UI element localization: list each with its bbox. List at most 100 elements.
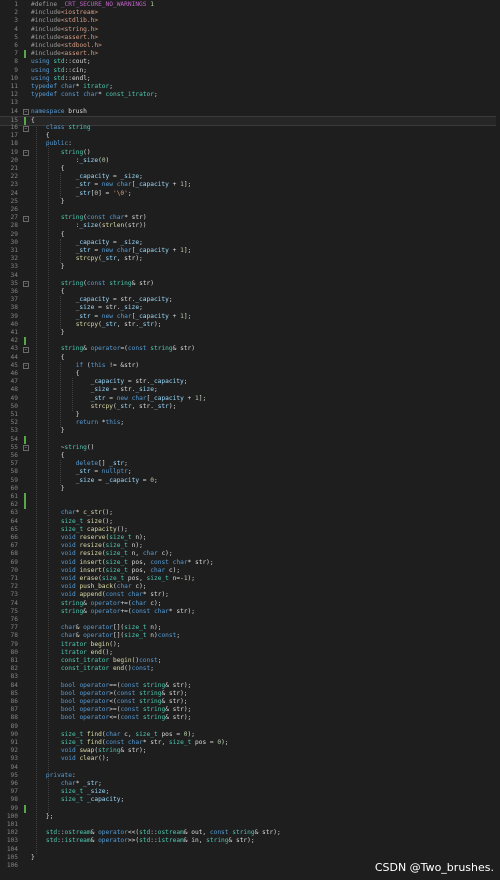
code-line[interactable]: 2 #include<iostream>	[0, 9, 500, 17]
code-line[interactable]: 10 using std::endl;	[0, 75, 500, 83]
code-line[interactable]: 73 void append(const char* str);	[0, 591, 500, 599]
code-line[interactable]: 46 {	[0, 370, 500, 378]
code-line[interactable]: 51 }	[0, 411, 500, 419]
code-line[interactable]: 47 _capacity = str._capacity;	[0, 378, 500, 386]
code-line[interactable]: 55− ~string()	[0, 444, 500, 452]
code-line[interactable]: 95 private:	[0, 772, 500, 780]
fold-toggle-icon[interactable]: −	[23, 150, 29, 157]
code-line[interactable]: 48 _size = str._size;	[0, 386, 500, 394]
code-line[interactable]: 26	[0, 206, 500, 214]
code-line[interactable]: 67 void resize(size_t n);	[0, 542, 500, 550]
code-line[interactable]: 12 typedef const char* const_itrator;	[0, 91, 500, 99]
code-line[interactable]: 85 bool operator>(const string& str);	[0, 690, 500, 698]
code-line[interactable]: 88 bool operator<=(const string& str);	[0, 714, 500, 722]
code-line[interactable]: 38 _size = str._size;	[0, 304, 500, 312]
code-editor[interactable]: 1 #define _CRT_SECURE_NO_WARNINGS 1 2 #incl…	[0, 0, 500, 880]
code-line[interactable]: 32 strcpy(_str, str);	[0, 255, 500, 263]
code-line[interactable]: 104	[0, 846, 500, 854]
fold-toggle-icon[interactable]: −	[23, 215, 29, 222]
code-line[interactable]: 43− string& operator=(const string& str)	[0, 345, 500, 353]
code-line[interactable]: 74 string& operator+=(char c);	[0, 600, 500, 608]
code-line[interactable]: 53 }	[0, 427, 500, 435]
code-line[interactable]: 68 void resize(size_t n, char c);	[0, 550, 500, 558]
code-line[interactable]: 22 _capacity = _size;	[0, 173, 500, 181]
fold-toggle-icon[interactable]: −	[23, 125, 29, 132]
code-line[interactable]: 3 #include<stdlib.h>	[0, 17, 500, 25]
code-line[interactable]: 25 }	[0, 198, 500, 206]
code-line[interactable]: 86 bool operator<(const string& str);	[0, 698, 500, 706]
code-line[interactable]: 16− class string	[0, 124, 500, 132]
code-line[interactable]: 44 {	[0, 354, 500, 362]
code-line[interactable]: 4 #include<string.h>	[0, 26, 500, 34]
code-line[interactable]: 35− string(const string& str)	[0, 280, 500, 288]
code-line[interactable]: 65 size_t capacity();	[0, 526, 500, 534]
code-line[interactable]: 40 strcpy(_str, str._str);	[0, 321, 500, 329]
code-line[interactable]: 58 _str = nullptr;	[0, 468, 500, 476]
code-line[interactable]: 36 {	[0, 288, 500, 296]
code-line[interactable]: 45− if (this != &str)	[0, 362, 500, 370]
code-line[interactable]: 31 _str = new char[_capacity + 1];	[0, 247, 500, 255]
code-line[interactable]: 8 using std::cout;	[0, 58, 500, 66]
code-line[interactable]: 14− namespace brush	[0, 108, 500, 116]
code-line[interactable]: 37 _capacity = str._capacity;	[0, 296, 500, 304]
code-line[interactable]: 70 void insert(size_t pos, char c);	[0, 567, 500, 575]
code-line[interactable]: 98 size_t _capacity;	[0, 796, 500, 804]
code-line[interactable]: 24 _str[0] = '\0';	[0, 190, 500, 198]
code-line[interactable]: 17 {	[0, 132, 500, 140]
code-line[interactable]: 96 char* _str;	[0, 780, 500, 788]
code-line[interactable]: 49 _str = new char[_capacity + 1];	[0, 395, 500, 403]
code-line[interactable]: 11 typedef char* itrator;	[0, 83, 500, 91]
code-line[interactable]: 34	[0, 272, 500, 280]
code-line[interactable]: 50 strcpy(_str, str._str);	[0, 403, 500, 411]
code-line[interactable]: 29 {	[0, 231, 500, 239]
code-line[interactable]: 6 #include<stdbool.h>	[0, 42, 500, 50]
code-line[interactable]: 102 std::ostream& operator<<(std::ostrea…	[0, 829, 500, 837]
fold-toggle-icon[interactable]: −	[23, 445, 29, 452]
code-line[interactable]: 92 void swap(string& str);	[0, 747, 500, 755]
code-line[interactable]: 83	[0, 673, 500, 681]
code-line[interactable]: 69 void insert(size_t pos, const char* s…	[0, 559, 500, 567]
code-line[interactable]: 52 return *this;	[0, 419, 500, 427]
code-line[interactable]: 33 }	[0, 263, 500, 271]
code-line[interactable]: 75 string& operator+=(const char* str);	[0, 608, 500, 616]
code-line[interactable]: 59 _size = _capacity = 0;	[0, 477, 500, 485]
code-line[interactable]: 1 #define _CRT_SECURE_NO_WARNINGS 1	[0, 1, 500, 9]
code-line[interactable]: 87 bool operator>=(const string& str);	[0, 706, 500, 714]
fold-toggle-icon[interactable]: −	[23, 346, 29, 353]
code-line[interactable]: 63 char* c_str();	[0, 509, 500, 517]
code-line[interactable]: 71 void erase(size_t pos, size_t n=-1);	[0, 575, 500, 583]
code-line[interactable]: 78 char& operator[](size_t n)const;	[0, 632, 500, 640]
code-line[interactable]: 56 {	[0, 452, 500, 460]
code-line[interactable]: 23 _str = new char[_capacity + 1];	[0, 181, 500, 189]
code-line[interactable]: 64 size_t size();	[0, 518, 500, 526]
code-line[interactable]: 21 {	[0, 165, 500, 173]
code-line[interactable]: 60 }	[0, 485, 500, 493]
code-line[interactable]: 77 char& operator[](size_t n);	[0, 624, 500, 632]
code-line[interactable]: 100 };	[0, 813, 500, 821]
code-line[interactable]: 57 delete[] _str;	[0, 460, 500, 468]
code-line[interactable]: 13	[0, 99, 500, 107]
code-line[interactable]: 61	[0, 493, 500, 502]
code-line[interactable]: 54	[0, 435, 500, 444]
code-line[interactable]: 103 std::istream& operator>>(std::istrea…	[0, 837, 500, 845]
code-line[interactable]: 20 :_size(0)	[0, 157, 500, 165]
fold-toggle-icon[interactable]: −	[23, 363, 29, 370]
code-line[interactable]: 94	[0, 764, 500, 772]
code-line[interactable]: 39 _str = new char[_capacity + 1];	[0, 313, 500, 321]
code-line[interactable]: 99	[0, 804, 500, 813]
vertical-scrollbar[interactable]	[496, 0, 500, 880]
code-line[interactable]: 5 #include<assert.h>	[0, 34, 500, 42]
code-line[interactable]: 7 #include<assert.h>	[0, 50, 500, 59]
code-line[interactable]: 42	[0, 337, 500, 346]
code-line[interactable]: 84 bool operator==(const string& str);	[0, 682, 500, 690]
code-line[interactable]: 19− string()	[0, 149, 500, 157]
code-line[interactable]: 97 size_t _size;	[0, 788, 500, 796]
code-line[interactable]: 28 :_size(strlen(str))	[0, 222, 500, 230]
code-line[interactable]: 93 void clear();	[0, 755, 500, 763]
fold-toggle-icon[interactable]: −	[23, 281, 29, 288]
code-line[interactable]: 27− string(const char* str)	[0, 214, 500, 222]
code-line[interactable]: 72 void push_back(char c);	[0, 583, 500, 591]
code-line[interactable]: 82 const_itrator end()const;	[0, 665, 500, 673]
code-line[interactable]: 91 size_t find(const char* str, size_t p…	[0, 739, 500, 747]
code-line[interactable]: 30 _capacity = _size;	[0, 239, 500, 247]
